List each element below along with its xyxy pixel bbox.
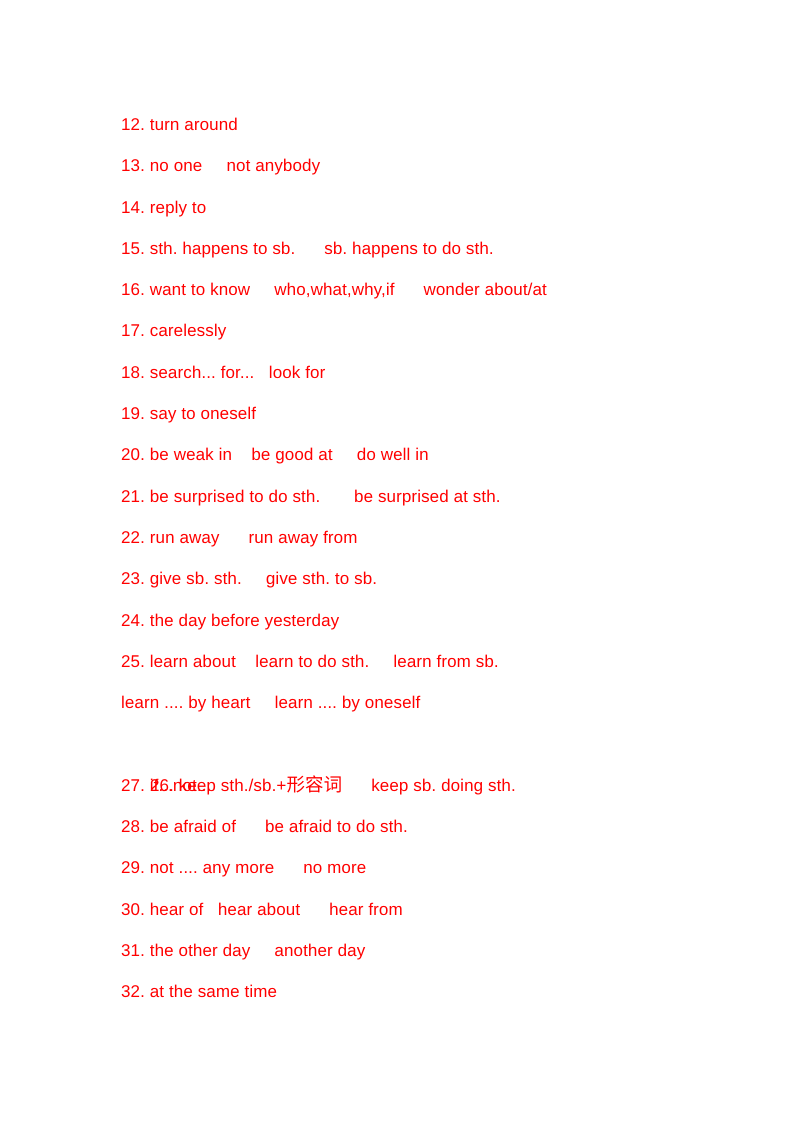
- list-item: 13. no one not anybody: [121, 156, 321, 176]
- list-item: 28. be afraid of be afraid to do sth.: [121, 817, 408, 837]
- phrase-text-cjk: 形容词: [286, 775, 343, 796]
- list-item: 26. keep sth./sb.+形容词 keep sb. doing sth…: [121, 723, 761, 796]
- phrase-list: 12. turn around 13. no one not anybody 1…: [121, 104, 761, 1013]
- list-item: 22. run away run away from: [121, 527, 358, 547]
- list-item-continuation: learn .... by heart learn .... by onesel…: [121, 693, 421, 713]
- list-item: 31. the other day another day: [121, 940, 366, 960]
- list-item: 16. want to know who,what,why,if wonder …: [121, 280, 547, 300]
- list-item: 15. sth. happens to sb. sb. happens to d…: [121, 238, 494, 258]
- list-item: 23. give sb. sth. give sth. to sb.: [121, 569, 378, 589]
- list-item: 24. the day before yesterday: [121, 610, 340, 630]
- list-item: 30. hear of hear about hear from: [121, 899, 403, 919]
- list-item: 32. at the same time: [121, 982, 278, 1002]
- list-item: 12. turn around: [121, 115, 238, 134]
- phrase-text-latin-trailing: keep sb. doing sth.: [342, 775, 516, 795]
- list-item: 14. reply to: [121, 197, 207, 217]
- list-item: 19. say to oneself: [121, 404, 257, 424]
- list-item: 17. carelessly: [121, 321, 227, 341]
- list-item: 20. be weak in be good at do well in: [121, 445, 429, 465]
- list-item: 21. be surprised to do sth. be surprised…: [121, 486, 501, 506]
- list-item: 18. search... for... look for: [121, 362, 326, 382]
- document-page: 12. turn around 13. no one not anybody 1…: [0, 0, 794, 1123]
- list-item: 25. learn about learn to do sth. learn f…: [121, 651, 499, 671]
- list-item: 29. not .... any more no more: [121, 858, 367, 878]
